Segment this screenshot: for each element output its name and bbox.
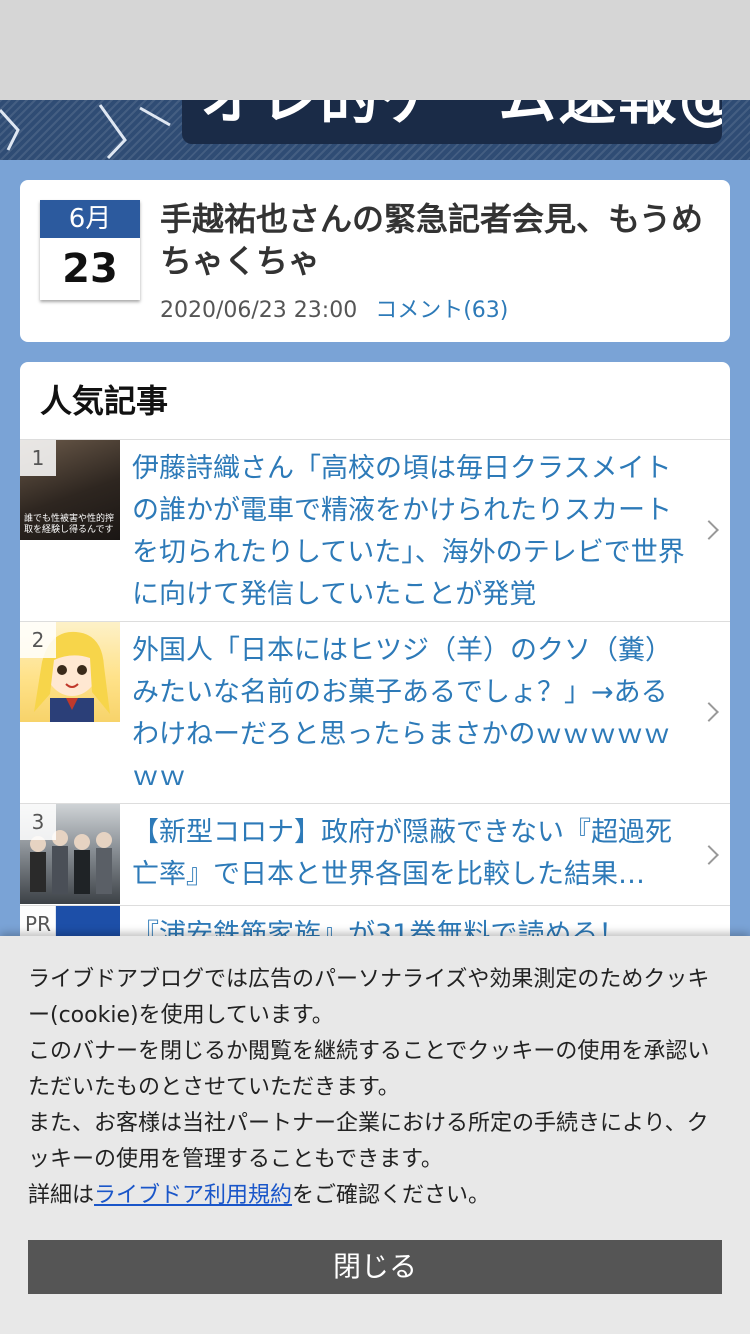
- article-link[interactable]: 伊藤詩織さん「高校の頃は毎日クラスメイトの誰かが電車で精液をかけられたりスカート…: [132, 448, 692, 616]
- cookie-line-2: このバナーを閉じるか閲覧を継続することでクッキーの使用を承認いただいたものとさせ…: [28, 1039, 710, 1100]
- article-title: 手越祐也さんの緊急記者会見、もうめちゃくちゃ: [160, 200, 704, 280]
- date-badge: 6月 23: [40, 200, 140, 300]
- rank-number: 3: [20, 804, 56, 840]
- article-datetime: 2020/06/23 23:00: [160, 298, 358, 323]
- thumbnail-caption: 誰でも性被害や性的搾取を経験し得るんです: [24, 514, 115, 535]
- chevron-right-icon: [699, 520, 719, 540]
- list-item[interactable]: 2 外国人「日本にはヒツジ（羊）のクソ（糞）みたいな名前のお菓子あるでしょ？」→…: [20, 622, 730, 804]
- close-button[interactable]: 閉じる: [28, 1240, 722, 1294]
- comment-link[interactable]: コメント(63): [375, 298, 508, 323]
- chevron-right-icon: [699, 845, 719, 865]
- cookie-notice-text: ライブドアブログでは広告のパーソナライズや効果測定のためクッキー(cookie)…: [28, 962, 722, 1214]
- browser-top-bar: [0, 0, 750, 100]
- article-link[interactable]: 外国人「日本にはヒツジ（羊）のクソ（糞）みたいな名前のお菓子あるでしょ？」→ある…: [132, 630, 692, 798]
- detail-suffix: をご確認ください。: [292, 1183, 491, 1208]
- cookie-banner: ライブドアブログでは広告のパーソナライズや効果測定のためクッキー(cookie)…: [0, 936, 750, 1334]
- site-logo-text: オレ的ゲーム速報@JIN: [200, 100, 722, 128]
- list-item[interactable]: 誰でも性被害や性的搾取を経験し得るんです 1 伊藤詩織さん「高校の頃は毎日クラス…: [20, 440, 730, 622]
- list-item[interactable]: 3 【新型コロナ】政府が隠蔽できない『超過死亡率』で日本と世界各国を比較した結果…: [20, 804, 730, 906]
- terms-link[interactable]: ライブドア利用規約: [94, 1183, 292, 1208]
- rank-number: 2: [20, 622, 56, 658]
- site-logo[interactable]: オレ的ゲーム速報@JIN: [182, 100, 722, 144]
- detail-prefix: 詳細は: [28, 1183, 95, 1208]
- popular-articles: 人気記事 誰でも性被害や性的搾取を経験し得るんです 1 伊藤詩織さん「高校の頃は…: [20, 362, 730, 982]
- article-card: 6月 23 手越祐也さんの緊急記者会見、もうめちゃくちゃ 2020/06/23 …: [20, 180, 730, 342]
- rank-number: 1: [20, 440, 56, 476]
- date-month: 6月: [40, 200, 140, 238]
- site-header[interactable]: オレ的ゲーム速報@JIN: [0, 100, 750, 160]
- article-meta: 2020/06/23 23:00 コメント(63): [160, 292, 508, 324]
- date-day: 23: [62, 246, 118, 292]
- chevron-right-icon: [699, 702, 719, 722]
- header-decoration: [0, 104, 171, 160]
- cookie-line-3: また、お客様は当社パートナー企業における所定の手続きにより、クッキーの使用を管理…: [28, 1111, 709, 1172]
- cookie-detail-line: 詳細はライブドア利用規約をご確認ください。: [28, 1178, 722, 1214]
- cookie-line-1: ライブドアブログでは広告のパーソナライズや効果測定のためクッキー(cookie)…: [28, 967, 710, 1028]
- article-link[interactable]: 【新型コロナ】政府が隠蔽できない『超過死亡率』で日本と世界各国を比較した結果…: [132, 812, 692, 896]
- popular-heading: 人気記事: [20, 362, 730, 440]
